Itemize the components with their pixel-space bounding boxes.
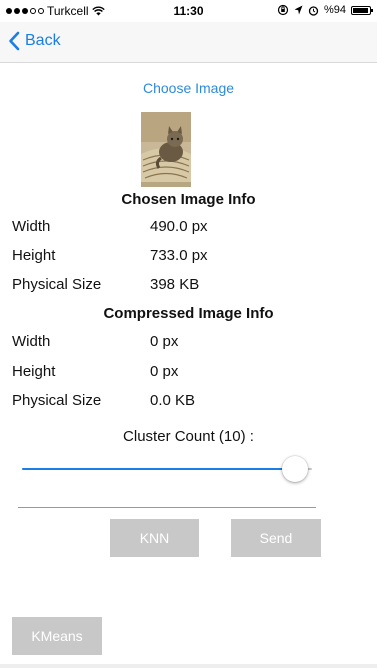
chosen-width-value: 490.0 px [150,218,208,235]
alarm-icon [308,5,319,16]
chosen-size-label: Physical Size [12,276,102,293]
compressed-image-info-title: Compressed Image Info [103,305,274,322]
slider-thumb[interactable] [282,456,308,482]
battery-level [353,7,368,13]
compressed-size-label: Physical Size [12,392,102,409]
input-underline [18,507,316,508]
chosen-image-info-title: Chosen Image Info [121,191,256,208]
battery-percent: %94 [323,4,346,16]
back-button[interactable]: Back [8,31,61,51]
compressed-size-value: 0.0 KB [150,392,196,409]
send-button[interactable]: Send [231,519,321,557]
chosen-width-label: Width [12,218,51,235]
navigation-bar: Back [0,22,377,63]
chosen-height-label: Height [12,247,56,264]
chevron-left-icon [9,31,20,51]
knn-button[interactable]: KNN [110,519,199,557]
status-bar: Turkcell 11:30 %94 [0,0,377,22]
choose-image-button[interactable]: Choose Image [0,80,377,96]
compressed-height-label: Height [12,363,56,380]
back-label: Back [25,32,61,49]
compressed-height-value: 0 px [150,363,179,380]
compressed-width-value: 0 px [150,333,179,350]
slider-fill [22,468,295,470]
chosen-size-value: 398 KB [150,276,200,293]
selected-image-thumbnail [141,112,191,187]
chosen-height-value: 733.0 px [150,247,208,264]
bottom-edge [0,664,377,668]
cluster-count-label: Cluster Count (10) : [123,428,254,445]
compressed-width-label: Width [12,333,51,350]
screen: Turkcell 11:30 %94 Back Choose Image Cho… [0,0,377,668]
kmeans-button[interactable]: KMeans [12,617,102,655]
battery-icon [351,5,373,15]
status-right: %94 [277,4,373,16]
rotation-lock-icon [277,4,289,16]
location-arrow-icon [294,5,303,15]
cluster-count-slider[interactable] [22,455,312,485]
